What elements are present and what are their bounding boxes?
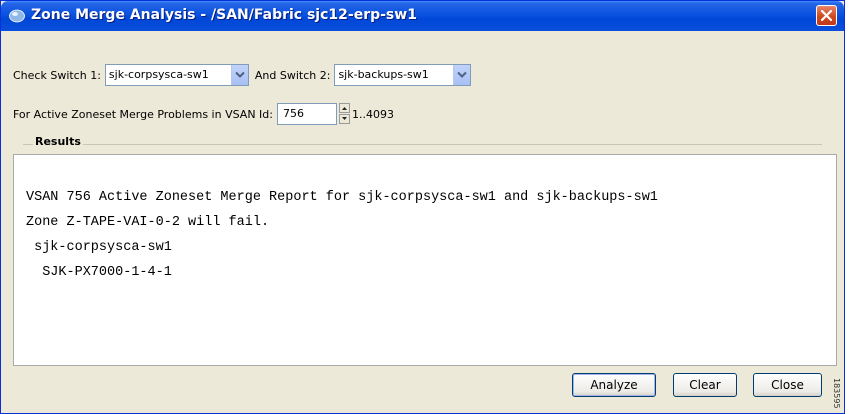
switch2-dropdown-button[interactable] (453, 65, 471, 85)
vsan-row: For Active Zoneset Merge Problems in VSA… (13, 103, 398, 125)
app-icon (9, 9, 25, 23)
clear-button[interactable]: Clear (673, 373, 737, 397)
analyze-button[interactable]: Analyze (572, 373, 656, 397)
close-icon (821, 10, 832, 21)
figure-id-strip: 183595 (832, 0, 854, 414)
switch-selection-row: Check Switch 1: sjk-corpsysca-sw1 And Sw… (13, 64, 472, 86)
spin-up-button[interactable] (338, 103, 350, 113)
results-report-text: VSAN 756 Active Zoneset Merge Report for… (26, 190, 658, 280)
zone-merge-dialog: Zone Merge Analysis - /SAN/Fabric sjc12-… (0, 0, 845, 414)
spin-down-button[interactable] (338, 114, 350, 124)
switch2-combobox[interactable]: sjk-backups-sw1 (334, 64, 472, 86)
vsan-range-label: 1..4093 (351, 107, 394, 121)
chevron-down-icon (457, 71, 468, 78)
window-title: Zone Merge Analysis - /SAN/Fabric sjc12-… (31, 7, 417, 23)
vsan-label: For Active Zoneset Merge Problems in VSA… (13, 107, 273, 121)
vsan-spinner[interactable] (338, 103, 350, 125)
figure-id: 183595 (832, 378, 841, 409)
close-window-button[interactable] (816, 5, 837, 26)
chevron-down-icon (235, 71, 245, 78)
arrow-down-icon (341, 117, 347, 120)
switch1-value: sjk-corpsysca-sw1 (108, 68, 209, 81)
switch1-dropdown-button[interactable] (230, 65, 248, 85)
results-group-border (23, 144, 822, 145)
results-group-title: Results (33, 135, 83, 148)
arrow-up-icon (341, 107, 347, 110)
switch2-value: sjk-backups-sw1 (338, 68, 429, 81)
switch1-combobox[interactable]: sjk-corpsysca-sw1 (104, 64, 249, 86)
close-button[interactable]: Close (753, 373, 822, 397)
title-bar[interactable]: Zone Merge Analysis - /SAN/Fabric sjc12-… (1, 1, 844, 31)
check-switch-label: Check Switch 1: (13, 68, 101, 82)
results-text-area[interactable]: VSAN 756 Active Zoneset Merge Report for… (13, 154, 837, 366)
vsan-id-input[interactable]: 756 (276, 103, 337, 125)
vsan-id-value: 756 (282, 107, 304, 120)
and-switch-label: And Switch 2: (254, 68, 331, 82)
